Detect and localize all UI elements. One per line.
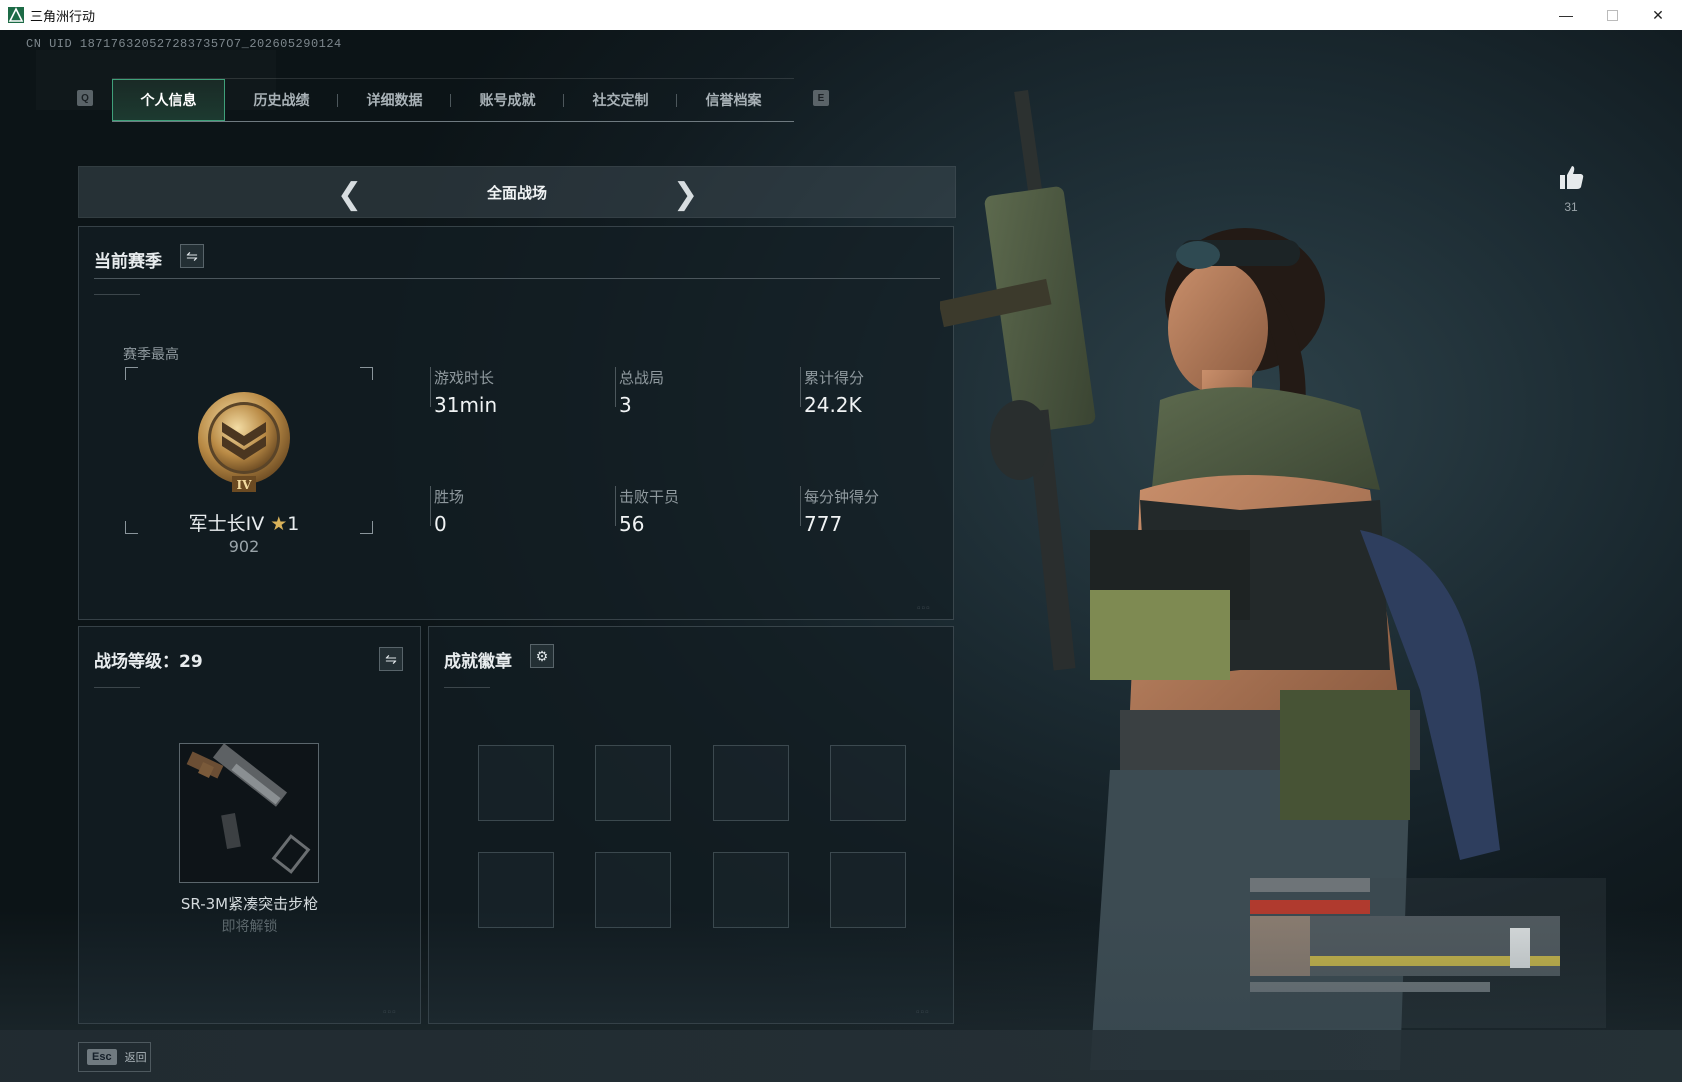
battlefield-level-title: 战场等级：29	[94, 652, 203, 672]
tab-personal-info[interactable]: 个人信息	[112, 79, 225, 121]
thumbs-up-icon[interactable]	[1556, 162, 1586, 192]
badge-slot[interactable]	[595, 745, 671, 821]
panel-corner-dots: ▫▫▫	[383, 1007, 397, 1018]
game-viewport: CN UID 1871763205272837357O7_20260529012…	[0, 30, 1682, 1082]
season-best-label: 赛季最高	[123, 347, 179, 363]
mode-selector: ❮ 全面战场 ❯	[78, 166, 956, 218]
esc-key-hint: Esc	[87, 1049, 117, 1065]
maximize-button[interactable]	[1589, 0, 1635, 30]
stat-label: 游戏时长	[434, 369, 495, 387]
rank-stars: 1	[287, 513, 300, 535]
rifle-icon	[186, 743, 311, 874]
panel-corner-dots: ▫▫▫	[917, 603, 931, 614]
stat-divider	[615, 367, 616, 407]
window-titlebar: 三角洲行动 — ✕	[0, 0, 1682, 30]
achievement-badges-panel: 成就徽章 ⚙ ▫▫▫	[428, 626, 954, 1024]
stat-value: 24.2K	[804, 393, 862, 417]
stat-label: 胜场	[434, 488, 465, 506]
stat-divider	[800, 486, 801, 526]
badges-tick-decoration	[444, 687, 490, 688]
frame-corner	[125, 521, 138, 534]
tab-history-record[interactable]: 历史战绩	[225, 79, 338, 121]
rank-emblem-numeral: IV	[237, 478, 253, 492]
back-button[interactable]: Esc 返回	[78, 1042, 151, 1072]
season-swap-button[interactable]: ⇋	[180, 244, 204, 268]
badge-slot[interactable]	[830, 745, 906, 821]
mode-selector-label: 全面战场	[486, 183, 547, 202]
battlefield-level-panel: 战场等级：29 ⇋ SR-3M紧凑突击步枪 即将解锁 ▫▫▫	[78, 626, 421, 1024]
stat-divider	[615, 486, 616, 526]
badge-slot[interactable]	[595, 852, 671, 928]
panel-corner-dots: ▫▫▫	[916, 1007, 930, 1018]
stat-divider	[800, 367, 801, 407]
tab-social-custom[interactable]: 社交定制	[564, 79, 677, 121]
app-logo-icon	[8, 7, 24, 23]
current-season-title: 当前赛季	[94, 252, 162, 272]
badge-slot[interactable]	[713, 852, 789, 928]
level-tick-decoration	[94, 687, 140, 688]
stat-label: 击败干员	[619, 488, 680, 506]
stat-value: 777	[804, 512, 843, 536]
minimize-button[interactable]: —	[1543, 0, 1589, 30]
badge-slot[interactable]	[713, 745, 789, 821]
frame-corner	[360, 521, 373, 534]
player-uid: CN UID 1871763205272837357O7_20260529012…	[26, 37, 342, 51]
rank-emblem-icon: IV	[198, 392, 290, 492]
rank-points: 902	[228, 537, 260, 556]
tab-detailed-data[interactable]: 详细数据	[338, 79, 451, 121]
window-title: 三角洲行动	[30, 8, 96, 24]
like-count: 31	[1564, 200, 1578, 214]
stat-label: 每分钟得分	[804, 488, 880, 506]
level-swap-button[interactable]: ⇋	[379, 647, 403, 671]
star-icon: ★	[270, 513, 288, 535]
current-season-panel: 当前赛季 ⇋ 赛季最高 IV 军士长IV ★1 902 游戏时长 31min 总…	[78, 226, 954, 620]
achievement-badges-title: 成就徽章	[444, 652, 512, 672]
badge-slot[interactable]	[478, 745, 554, 821]
tab-credit-file[interactable]: 信誉档案	[677, 79, 790, 121]
stat-value: 31min	[434, 393, 498, 417]
chevron-left-icon[interactable]: ❮	[337, 177, 362, 212]
chevron-right-icon[interactable]: ❯	[673, 177, 698, 212]
weapon-preview	[179, 743, 319, 883]
stat-label: 总战局	[619, 369, 665, 387]
bottom-bar	[0, 1030, 1682, 1082]
frame-corner	[125, 367, 138, 380]
tab-prev-key-hint[interactable]: Q	[77, 90, 93, 106]
close-button[interactable]: ✕	[1635, 0, 1681, 30]
mosaic-overlay	[1250, 878, 1606, 1028]
weapon-name: SR-3M紧凑突击步枪	[180, 895, 319, 913]
badge-slot[interactable]	[478, 852, 554, 928]
stat-value: 0	[434, 512, 447, 536]
badge-slot[interactable]	[830, 852, 906, 928]
stat-divider	[430, 367, 431, 407]
stat-label: 累计得分	[804, 369, 865, 387]
stat-value: 3	[619, 393, 632, 417]
stat-value: 56	[619, 512, 645, 536]
frame-corner	[360, 367, 373, 380]
season-tick-decoration	[94, 294, 140, 295]
badges-settings-button[interactable]: ⚙	[530, 644, 554, 668]
main-tab-bar: 个人信息 历史战绩 详细数据 账号成就 社交定制 信誉档案	[112, 78, 794, 122]
tab-account-achievements[interactable]: 账号成就	[451, 79, 564, 121]
stat-divider	[430, 486, 431, 526]
tab-next-key-hint[interactable]: E	[813, 90, 829, 106]
weapon-unlock-status: 即将解锁	[221, 919, 278, 935]
back-label: 返回	[124, 1051, 147, 1064]
rank-line: 军士长IV ★1	[139, 509, 349, 536]
season-title-divider	[94, 278, 940, 279]
rank-name: 军士长IV	[188, 513, 265, 535]
